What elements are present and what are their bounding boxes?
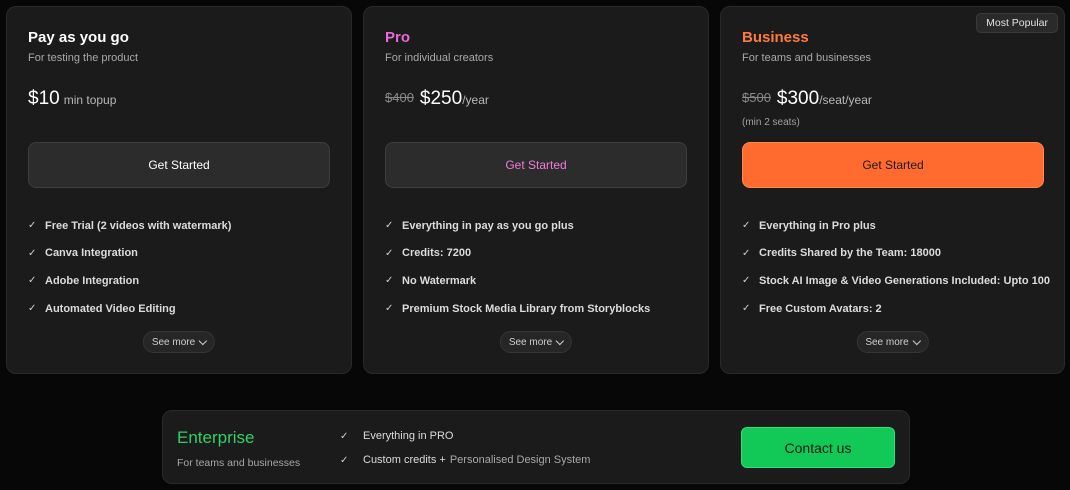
check-icon: ✓ (28, 247, 37, 259)
price: $300 (776, 88, 820, 109)
plan-subtitle: For testing the product (28, 52, 139, 64)
feature-text: No Watermark (402, 274, 477, 287)
feature-text: Automated Video Editing (45, 302, 176, 315)
chevron-down-icon (555, 336, 565, 345)
enterprise-title: Enterprise (177, 428, 255, 447)
feature-extra-text: Personalised Design System (449, 454, 591, 466)
feature-text: Custom credits + (363, 454, 446, 466)
feature-text: Everything in pay as you go plus (402, 219, 574, 232)
chevron-down-icon (912, 336, 921, 345)
check-icon: ✓ (28, 303, 37, 315)
feature-item: ✓ Canva Integration (28, 240, 231, 268)
check-icon: ✓ (385, 303, 394, 315)
check-icon: ✓ (340, 454, 349, 466)
feature-item: ✓ Credits: 7200 (385, 240, 650, 268)
plan-card-business: Most Popular Business For teams and busi… (720, 6, 1065, 374)
feature-text: Free Custom Avatars: 2 (759, 302, 882, 315)
see-more-button[interactable]: See more (499, 331, 573, 353)
plan-card-pay-as-you-go: Pay as you go For testing the product $1… (6, 6, 352, 374)
price: $10 (28, 88, 60, 109)
get-started-button[interactable]: Get Started (28, 142, 330, 188)
price-note: (min 2 seats) (742, 117, 800, 128)
feature-list: ✓ Everything in Pro plus ✓ Credits Shared … (742, 212, 1050, 322)
feature-list: ✓ Everything in pay as you go plus ✓ Credi… (385, 212, 650, 322)
contact-us-button[interactable]: Contact us (741, 427, 895, 468)
enterprise-subtitle: For teams and businesses (177, 457, 301, 469)
get-started-button[interactable]: Get Started (742, 142, 1044, 188)
feature-item: ✓ Everything in Pro plus (742, 212, 1050, 240)
see-more-label: See more (865, 336, 909, 348)
feature-text: Everything in PRO (363, 430, 454, 442)
see-more-button[interactable]: See more (142, 331, 216, 353)
check-icon: ✓ (340, 430, 349, 442)
feature-list: ✓ Free Trial (2 videos with watermark) ✓ C… (28, 212, 231, 322)
feature-item: ✓ Premium Stock Media Library from Storyb… (385, 295, 650, 323)
feature-text: Stock AI Image & Video Generations Inclu… (759, 274, 1050, 287)
price-row: $500 $300/seat/year (742, 88, 872, 110)
check-icon: ✓ (742, 220, 751, 232)
feature-item: ✓ Adobe Integration (28, 267, 231, 295)
feature-item: ✓ Free Custom Avatars: 2 (742, 295, 1050, 323)
check-icon: ✓ (742, 275, 751, 287)
feature-text: Canva Integration (45, 247, 138, 260)
plan-name: Business (742, 29, 809, 46)
check-icon: ✓ (742, 247, 751, 259)
price-row: $10 min topup (28, 88, 116, 110)
check-icon: ✓ (385, 275, 394, 287)
price-unit: /year (462, 93, 489, 107)
see-more-label: See more (151, 336, 196, 348)
feature-item: ✓ Stock AI Image & Video Generations Incl… (742, 267, 1050, 295)
feature-text: Premium Stock Media Library from Storybl… (402, 302, 651, 315)
feature-item: ✓ Everything in pay as you go plus (385, 212, 650, 240)
price-unit: min topup (63, 93, 117, 107)
check-icon: ✓ (28, 220, 37, 232)
plan-name: Pro (385, 29, 411, 46)
plan-subtitle: For teams and businesses (742, 52, 872, 64)
see-more-button[interactable]: See more (856, 331, 929, 353)
check-icon: ✓ (385, 247, 394, 259)
feature-text: Everything in Pro plus (759, 219, 876, 232)
check-icon: ✓ (385, 220, 394, 232)
price: $250 (419, 88, 463, 109)
price-row: $400 $250/year (385, 88, 489, 110)
enterprise-feature-list: ✓ Everything in PRO ✓ Custom credits + Pers… (340, 424, 590, 472)
feature-item: ✓ No Watermark (385, 267, 650, 295)
plan-subtitle: For individual creators (385, 52, 494, 64)
feature-text: Adobe Integration (45, 274, 140, 287)
feature-item: ✓ Automated Video Editing (28, 295, 231, 323)
most-popular-badge: Most Popular (976, 13, 1058, 33)
check-icon: ✓ (28, 275, 37, 287)
feature-text: Free Trial (2 videos with watermark) (45, 219, 232, 232)
price-unit: /seat/year (819, 93, 872, 107)
see-more-label: See more (508, 336, 553, 348)
feature-text: Credits Shared by the Team: 18000 (759, 247, 941, 260)
feature-item: ✓ Everything in PRO (340, 424, 590, 448)
get-started-button[interactable]: Get Started (385, 142, 687, 188)
old-price: $500 (742, 90, 771, 105)
chevron-down-icon (198, 336, 208, 345)
feature-item: ✓ Credits Shared by the Team: 18000 (742, 240, 1050, 268)
feature-item: ✓ Custom credits + Personalised Design Sys… (340, 448, 590, 472)
plan-name: Pay as you go (28, 29, 129, 46)
plan-card-pro: Pro For individual creators $400 $250/yea… (363, 6, 709, 374)
feature-item: ✓ Free Trial (2 videos with watermark) (28, 212, 231, 240)
feature-text: Credits: 7200 (402, 247, 472, 260)
old-price: $400 (385, 90, 414, 105)
enterprise-card: Enterprise For teams and businesses ✓ Eve… (162, 410, 910, 484)
check-icon: ✓ (742, 303, 751, 315)
